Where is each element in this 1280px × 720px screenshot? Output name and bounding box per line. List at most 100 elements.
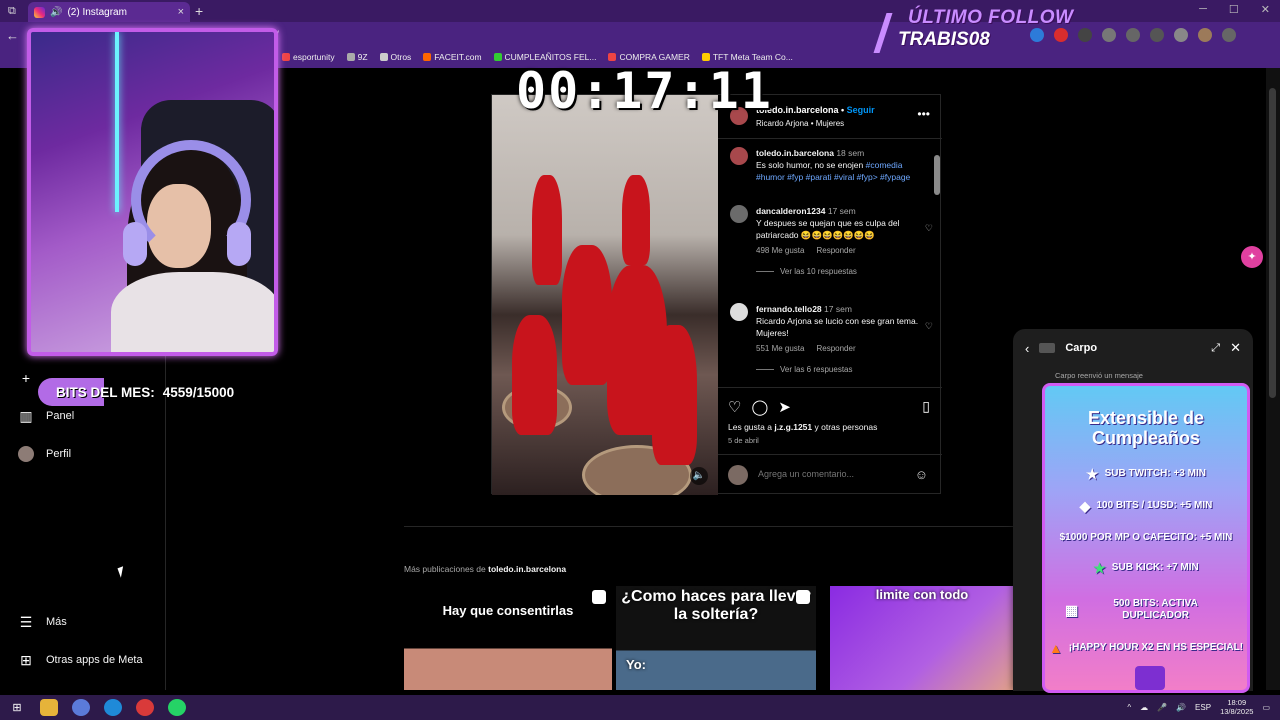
- bookmark-star-icon[interactable]: [1174, 28, 1188, 42]
- bits-value: 4559/15000: [162, 384, 235, 400]
- window-menu-icon[interactable]: ⧉: [8, 5, 20, 17]
- app-icon[interactable]: [72, 699, 90, 716]
- mute-icon[interactable]: 🔈: [690, 467, 708, 485]
- follow-button[interactable]: Seguir: [847, 105, 875, 115]
- clock[interactable]: 18:09 13/8/2025: [1220, 698, 1253, 716]
- comment-username[interactable]: fernando.tello28: [756, 304, 822, 314]
- extensions-puzzle-icon[interactable]: [1150, 28, 1164, 42]
- clock-time: 18:09: [1227, 698, 1247, 707]
- post-video[interactable]: 🔈: [492, 95, 718, 495]
- save-icon[interactable]: ▯: [922, 398, 930, 415]
- more-options-icon[interactable]: •••: [917, 107, 930, 121]
- extension-icon[interactable]: [1102, 28, 1116, 42]
- back-icon[interactable]: ‹: [1025, 341, 1029, 356]
- bookmark-item[interactable]: FACEIT.com: [423, 52, 482, 62]
- emoji-icon[interactable]: ☺: [915, 467, 928, 482]
- reply-button[interactable]: Responder: [816, 344, 855, 353]
- bookmark-item[interactable]: 9Z: [346, 52, 368, 62]
- caption-text: Es solo humor, no se enojen: [756, 160, 864, 170]
- volume-icon[interactable]: 🔊: [1176, 703, 1186, 712]
- windows-start-icon[interactable]: ⊞: [8, 699, 26, 716]
- bookmark-item[interactable]: esportunity: [282, 52, 335, 62]
- extension-icon[interactable]: [1126, 28, 1140, 42]
- audio-label[interactable]: Ricardo Arjona • Mujeres: [756, 119, 844, 128]
- comment-icon[interactable]: ◯: [751, 398, 768, 416]
- sidebar-item-perfil[interactable]: Perfil: [18, 446, 71, 462]
- close-icon[interactable]: ✕: [1230, 340, 1241, 356]
- tab-title: (2) Instagram: [67, 6, 127, 18]
- page-scrollbar[interactable]: [1266, 68, 1280, 690]
- create-icon[interactable]: +: [18, 370, 34, 386]
- view-replies-button[interactable]: Ver las 6 respuestas: [756, 365, 925, 374]
- scrollbar-thumb[interactable]: [1269, 88, 1276, 398]
- sidebar-item-label: Otras apps de Meta: [46, 654, 143, 666]
- avatar[interactable]: [730, 147, 748, 165]
- bookmark-item[interactable]: COMPRA GAMER: [608, 52, 690, 62]
- scrollbar-thumb[interactable]: [934, 155, 940, 195]
- view-replies-button[interactable]: Ver las 10 respuestas: [756, 267, 925, 276]
- tab-instagram[interactable]: 🔊 (2) Instagram ×: [28, 2, 190, 22]
- post-thumbnail[interactable]: Hay que consentirlas: [404, 586, 612, 690]
- comment-likes[interactable]: 551 Me gusta: [756, 344, 804, 353]
- sidebar-item-mas[interactable]: ☰ Más: [18, 614, 67, 630]
- edge-icon[interactable]: [104, 699, 122, 716]
- tab-close-icon[interactable]: ×: [178, 6, 184, 18]
- dancer-figure: [532, 175, 562, 285]
- expand-icon[interactable]: ⤢: [1211, 342, 1220, 355]
- caption-username[interactable]: toledo.in.barcelona: [756, 148, 834, 158]
- chevron-up-icon[interactable]: ^: [1127, 703, 1131, 712]
- language-indicator[interactable]: ESP: [1195, 703, 1211, 712]
- comment-likes[interactable]: 498 Me gusta: [756, 246, 804, 255]
- perk-item: $1000 POR MP O CAFECITO: +5 MIN: [1045, 532, 1247, 544]
- like-comment-icon[interactable]: ♡: [925, 321, 933, 332]
- share-icon[interactable]: ➤: [778, 398, 791, 416]
- whatsapp-icon[interactable]: [168, 699, 186, 716]
- comment-item: fernando.tello28 17 sem Ricardo Arjona s…: [730, 303, 933, 374]
- browser-menu-icon[interactable]: [1222, 28, 1236, 42]
- bookmark-item[interactable]: CUMPLEAÑITOS FEL...: [493, 52, 596, 62]
- app-icon[interactable]: [136, 699, 154, 716]
- floating-extension-icon[interactable]: ✦: [1241, 246, 1263, 268]
- thumbnail-caption: ¿Como haces para llevar la soltería?: [621, 588, 811, 623]
- new-tab-button[interactable]: +: [195, 3, 203, 19]
- card-logo: [1135, 666, 1165, 690]
- sidebar-item-meta-apps[interactable]: ⊞ Otras apps de Meta: [18, 652, 143, 668]
- likes-user[interactable]: j.z.g.1251: [774, 422, 812, 432]
- post-thumbnail[interactable]: limite con todo: [830, 586, 1014, 690]
- bookmark-item[interactable]: TFT Meta Team Co...: [701, 52, 793, 62]
- maximize-icon[interactable]: ☐: [1229, 3, 1239, 16]
- like-comment-icon[interactable]: ♡: [925, 223, 933, 234]
- tab-audio-icon[interactable]: 🔊: [50, 7, 62, 18]
- likes-summary[interactable]: Les gusta a j.z.g.1251 y otras personas: [728, 422, 877, 432]
- file-explorer-icon[interactable]: [40, 699, 58, 716]
- notifications-icon[interactable]: ▭: [1262, 703, 1270, 712]
- instagram-favicon-icon: [34, 6, 45, 18]
- avatar[interactable]: [730, 303, 748, 321]
- bookmark-folder[interactable]: Otros: [379, 52, 411, 62]
- comments-scrollbar[interactable]: [934, 143, 940, 383]
- microphone-icon[interactable]: 🎤: [1157, 703, 1167, 712]
- more-posts-user[interactable]: toledo.in.barcelona: [488, 564, 566, 574]
- minimize-icon[interactable]: ─: [1199, 3, 1207, 16]
- perk-item: ★ SUB TWITCH: +3 MIN: [1045, 466, 1247, 482]
- close-window-icon[interactable]: ✕: [1261, 3, 1270, 16]
- perk-text: $1000 POR MP O CAFECITO: +5 MIN: [1059, 532, 1233, 543]
- back-icon[interactable]: ←: [6, 28, 19, 43]
- post-thumbnail[interactable]: ¿Como haces para llevar la soltería? Yo:: [616, 586, 816, 690]
- comment-username[interactable]: dancalderon1234: [756, 206, 825, 216]
- sidebar-item-panel[interactable]: ▥ Panel: [18, 408, 74, 424]
- star-icon: ★: [1086, 466, 1099, 482]
- profile-avatar[interactable]: [1198, 28, 1212, 42]
- dancer-figure: [562, 245, 612, 385]
- bits-label: BITS DEL MES:: [56, 384, 155, 400]
- chat-name[interactable]: Carpo: [1065, 342, 1097, 354]
- system-tray: ^ ☁ 🎤 🔊 ESP 18:09 13/8/2025 ▭: [1127, 698, 1270, 716]
- comment-input[interactable]: [758, 469, 898, 479]
- more-posts-heading: Más publicaciones de toledo.in.barcelona: [404, 564, 566, 574]
- avatar[interactable]: [730, 205, 748, 223]
- fire-icon: ▲: [1048, 640, 1063, 656]
- reply-button[interactable]: Responder: [816, 246, 855, 255]
- extension-icon[interactable]: [1078, 28, 1092, 42]
- cloud-icon[interactable]: ☁: [1140, 703, 1148, 712]
- like-icon[interactable]: ♡: [728, 398, 741, 416]
